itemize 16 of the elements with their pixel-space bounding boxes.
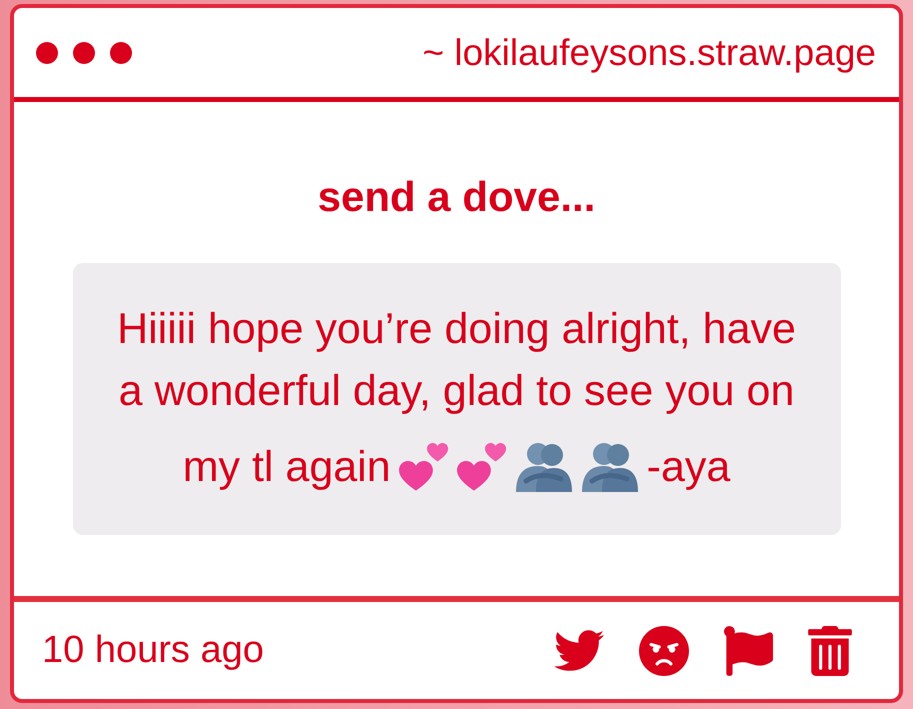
two-hearts-icon [398,442,449,492]
dot-icon [36,42,58,64]
timestamp: 10 hours ago [42,629,264,672]
angry-face-icon[interactable] [639,626,689,676]
page-url: ~ lokilaufeysons.straw.page [422,30,876,74]
flag-icon[interactable] [724,626,773,676]
heading: send a dove... [318,172,596,222]
dot-icon [110,42,132,64]
two-hearts-icon [456,442,507,492]
message-text: -aya [646,442,730,493]
hugging-people-icon [580,442,639,492]
bird-icon[interactable] [554,630,604,671]
trash-icon[interactable] [808,626,852,676]
message-text: my tl again [182,442,391,493]
hugging-people-icon [514,442,573,492]
dot-icon [73,42,95,64]
